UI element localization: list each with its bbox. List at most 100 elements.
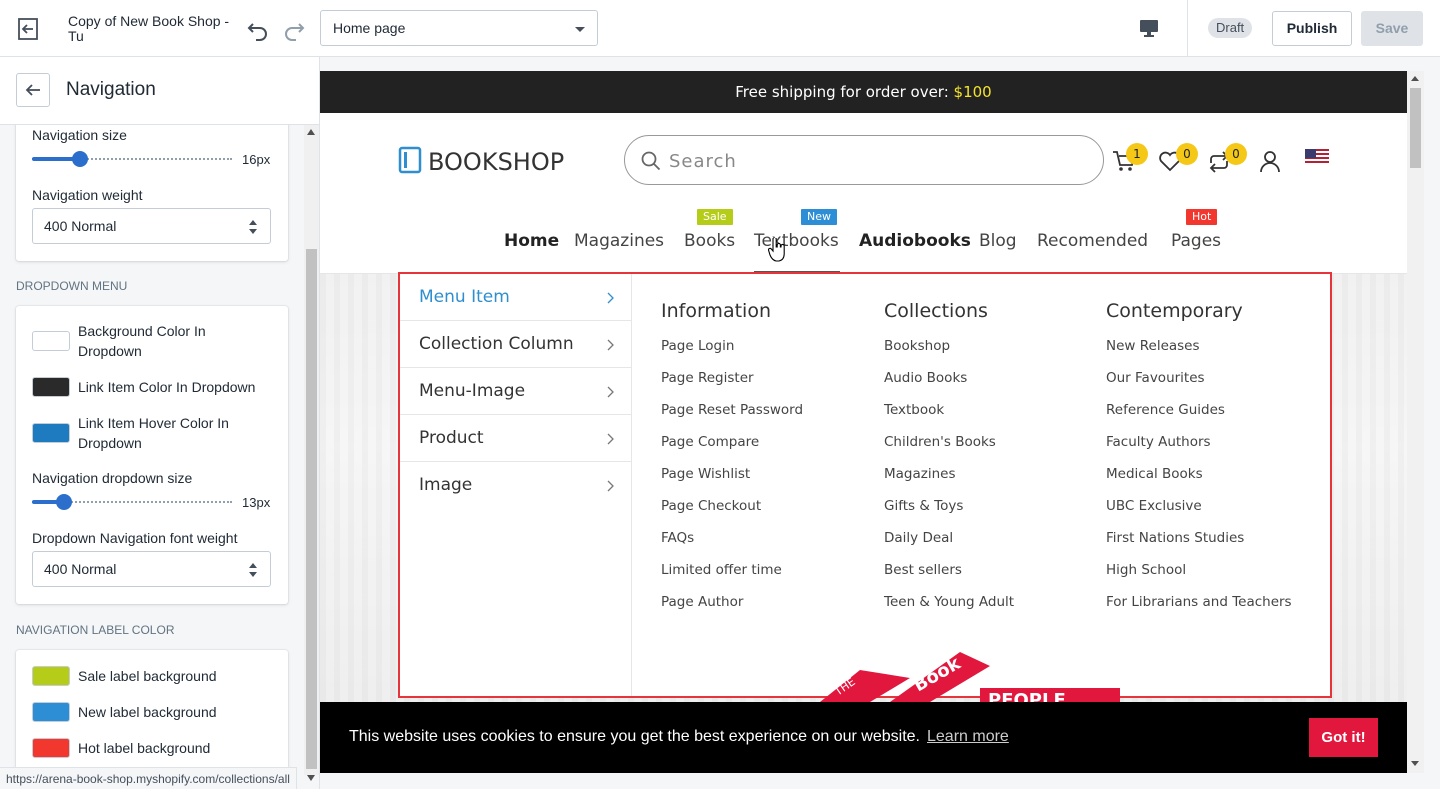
- color-swatch[interactable]: [32, 666, 70, 686]
- mega-menu-link[interactable]: For Librarians and Teachers: [1106, 594, 1292, 610]
- dropdown-weight-select[interactable]: 400 Normal: [32, 551, 271, 587]
- slider-thumb[interactable]: [72, 151, 88, 167]
- book-logo-icon: [398, 146, 422, 174]
- dropdown-weight-label: Dropdown Navigation font weight: [32, 530, 238, 546]
- nav-item-audiobooks[interactable]: Audiobooks: [859, 231, 971, 251]
- scroll-down-icon[interactable]: [1411, 761, 1419, 766]
- mega-menu-link[interactable]: Textbook: [884, 402, 944, 418]
- redo-icon[interactable]: [281, 16, 307, 42]
- dropdown-menu-heading: DROPDOWN MENU: [16, 279, 128, 293]
- dropdown-size-slider[interactable]: [32, 494, 232, 510]
- color-swatch[interactable]: [32, 738, 70, 758]
- color-swatch[interactable]: [32, 331, 70, 351]
- mega-menu-link[interactable]: Bookshop: [884, 338, 950, 354]
- mega-menu-link[interactable]: UBC Exclusive: [1106, 498, 1202, 514]
- page-select[interactable]: Home page: [320, 10, 598, 46]
- mega-menu-link[interactable]: Page Wishlist: [661, 466, 750, 482]
- topbar-divider: [1187, 0, 1188, 57]
- color-label: Hot label background: [78, 740, 211, 756]
- nav-item-books[interactable]: Books: [684, 231, 735, 251]
- mega-menu-link[interactable]: Medical Books: [1106, 466, 1203, 482]
- mega-menu-link[interactable]: Limited offer time: [661, 562, 782, 578]
- mega-tab-product[interactable]: Product: [400, 415, 632, 462]
- desktop-icon[interactable]: [1138, 17, 1160, 39]
- nav-size-slider[interactable]: [32, 151, 232, 167]
- mega-menu-link[interactable]: Teen & Young Adult: [884, 594, 1014, 610]
- color-swatch[interactable]: [32, 702, 70, 722]
- mega-menu-link[interactable]: Daily Deal: [884, 530, 953, 546]
- mega-column-title: Collections: [884, 300, 988, 322]
- mega-menu-link[interactable]: Best sellers: [884, 562, 962, 578]
- mega-menu-link[interactable]: Reference Guides: [1106, 402, 1225, 418]
- scrollbar-thumb[interactable]: [1410, 88, 1421, 168]
- mega-menu-link[interactable]: Audio Books: [884, 370, 967, 386]
- mega-menu-link[interactable]: Faculty Authors: [1106, 434, 1211, 450]
- mega-menu-link[interactable]: FAQs: [661, 530, 694, 546]
- preview-scrollbar[interactable]: [1407, 71, 1424, 773]
- cookie-message: This website uses cookies to ensure you …: [349, 728, 920, 745]
- nav-weight-value: 400 Normal: [44, 218, 117, 234]
- back-button[interactable]: [16, 73, 50, 107]
- publish-button[interactable]: Publish: [1272, 11, 1352, 46]
- user-icon[interactable]: [1258, 149, 1282, 173]
- mega-tab-label: Image: [419, 475, 473, 495]
- color-label: Link Item Hover Color In Dropdown: [78, 415, 229, 451]
- color-label: New label background: [78, 704, 217, 720]
- mega-menu-link[interactable]: New Releases: [1106, 338, 1200, 354]
- dropdown-size-label: Navigation dropdown size: [32, 470, 193, 486]
- nav-item-recomended[interactable]: Recomended: [1037, 231, 1148, 251]
- color-swatch[interactable]: [32, 377, 70, 397]
- cart-count-badge: 1: [1126, 143, 1148, 165]
- nav-item-magazines[interactable]: Magazines: [574, 231, 664, 251]
- nav-item-pages[interactable]: Pages: [1171, 231, 1221, 251]
- slider-thumb[interactable]: [56, 494, 72, 510]
- mega-tab-image[interactable]: Image: [400, 462, 632, 509]
- mega-menu-link[interactable]: Page Author: [661, 594, 743, 610]
- mega-tab-collection-column[interactable]: Collection Column: [400, 321, 632, 368]
- mega-tab-menu-item[interactable]: Menu Item: [400, 274, 632, 321]
- us-flag-icon[interactable]: [1305, 149, 1329, 165]
- store-logo[interactable]: BOOKSHOP: [398, 146, 564, 176]
- nav-weight-label: Navigation weight: [32, 187, 143, 203]
- mega-menu-link[interactable]: Page Compare: [661, 434, 759, 450]
- exit-icon[interactable]: [16, 16, 42, 42]
- mega-menu-link[interactable]: Gifts & Toys: [884, 498, 963, 514]
- mega-menu-link[interactable]: Page Register: [661, 370, 754, 386]
- editor-topbar: Copy of New Book Shop - Tu Home page Dra…: [0, 0, 1440, 57]
- scroll-up-icon[interactable]: [1411, 76, 1419, 81]
- search-input[interactable]: [669, 148, 1069, 174]
- save-button[interactable]: Save: [1361, 11, 1423, 46]
- mega-menu-link[interactable]: Children's Books: [884, 434, 996, 450]
- scroll-up-icon[interactable]: [307, 129, 315, 135]
- learn-more-link[interactable]: Learn more: [927, 728, 1009, 746]
- mega-menu-link[interactable]: Page Reset Password: [661, 402, 803, 418]
- main-navigation: Home Magazines Books Sale Textbooks New …: [320, 206, 1407, 274]
- mega-menu-link[interactable]: Magazines: [884, 466, 956, 482]
- scrollbar-thumb[interactable]: [306, 249, 317, 769]
- mega-menu-link[interactable]: High School: [1106, 562, 1186, 578]
- mega-tab-label: Menu Item: [419, 287, 510, 307]
- search-box[interactable]: [624, 135, 1104, 185]
- announcement-price: $100: [953, 83, 992, 101]
- mega-menu-link[interactable]: First Nations Studies: [1106, 530, 1244, 546]
- nav-weight-select[interactable]: 400 Normal: [32, 208, 271, 244]
- nav-item-blog[interactable]: Blog: [979, 231, 1017, 251]
- mega-tab-menu-image[interactable]: Menu-Image: [400, 368, 632, 415]
- chevron-right-icon: [607, 339, 614, 351]
- accept-cookies-button[interactable]: Got it!: [1309, 718, 1378, 757]
- undo-icon[interactable]: [245, 16, 271, 42]
- nav-item-textbooks[interactable]: Textbooks: [754, 231, 839, 251]
- sale-tag: Sale: [697, 209, 733, 225]
- mega-menu-link[interactable]: Page Login: [661, 338, 734, 354]
- select-arrows-icon: [249, 220, 257, 234]
- store-preview: Free shipping for order over: $100 BOOKS…: [320, 71, 1407, 773]
- color-label: Background Color In Dropdown: [78, 323, 206, 359]
- mega-menu-link[interactable]: Our Favourites: [1106, 370, 1205, 386]
- mega-menu-link[interactable]: Page Checkout: [661, 498, 761, 514]
- sidebar-scrollbar[interactable]: [304, 125, 319, 775]
- nav-size-label: Navigation size: [32, 127, 127, 143]
- color-label: Link Item Color In Dropdown: [78, 379, 256, 395]
- nav-item-home[interactable]: Home: [504, 231, 559, 251]
- color-swatch[interactable]: [32, 423, 70, 443]
- scroll-down-icon[interactable]: [307, 775, 315, 781]
